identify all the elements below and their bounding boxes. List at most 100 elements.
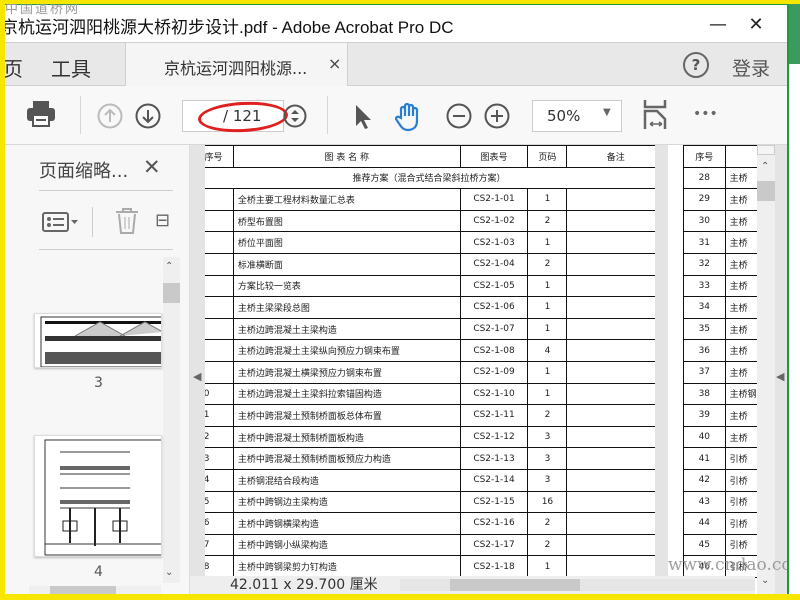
table-row: 6主桥主梁梁段总图CS2-1-061 [205, 296, 655, 319]
previous-page-icon[interactable] [97, 103, 123, 133]
close-button[interactable]: ✕ [733, 5, 779, 43]
print-icon[interactable] [26, 100, 56, 128]
remarks [566, 317, 655, 341]
maximize-button[interactable] [673, 5, 719, 43]
remarks [566, 404, 655, 427]
page-count: 1 [527, 360, 568, 384]
fit-page-icon[interactable] [643, 99, 667, 135]
drawing-name: 主桥中跨钢梁剪力钉构造 [232, 555, 461, 578]
remarks [566, 274, 655, 298]
horizontal-scrollbar[interactable] [400, 579, 755, 591]
drawing-name: 主桥中跨混凝土预制桥面板构造 [232, 425, 461, 449]
drawing-code: CS2-1-09 [459, 360, 529, 384]
zoom-in-icon[interactable] [484, 103, 510, 133]
drawing-code: CS2-1-16 [459, 512, 529, 535]
thumbnail-options-icon[interactable] [42, 212, 80, 236]
table-row: 39 主桥 [683, 404, 758, 427]
status-bar: 42.011 x 29.700 厘米 [190, 576, 755, 594]
thumbnail-label: 3 [94, 375, 103, 391]
page-count: 1 [527, 555, 568, 578]
drawing-code: CS2-1-03 [459, 231, 529, 254]
tab-home[interactable]: 页 [5, 53, 23, 82]
row-number: 38 [683, 382, 726, 406]
drawing-code: CS2-1-15 [459, 490, 529, 514]
collapse-left-icon[interactable]: ◀ [193, 370, 201, 383]
section-heading: 推荐方案（混合式结合梁斜拉桥方案） [205, 166, 655, 190]
row-number: 17 [205, 533, 234, 557]
drawing-name: 引桥 [724, 447, 758, 470]
table-row: 35 主桥 [683, 317, 758, 341]
zoom-out-icon[interactable] [446, 103, 472, 133]
login-button[interactable]: 登录 [732, 54, 770, 81]
page-count: 2 [527, 512, 568, 535]
pdf-page-2: 序号 28 主桥 29 主桥 30 主桥 31 主桥 32 主桥 33 主桥 34 主桥 35 主桥 36 主桥 37… [668, 145, 758, 594]
drawing-name: 主桥边跨混凝土主梁纵向预应力钢束布置 [232, 339, 461, 362]
page-count: 2 [527, 209, 568, 233]
document-view[interactable]: ◀ 序号图 表 名 称图表号页码备注 推荐方案（混合式结合梁斜拉桥方案）1全桥主… [190, 145, 787, 594]
hand-tool-icon[interactable] [394, 102, 423, 136]
drawing-code: CS2-1-08 [459, 339, 529, 362]
tab-close-icon[interactable]: × [328, 54, 341, 73]
row-number: 41 [683, 447, 726, 470]
scrollbar-thumb[interactable] [757, 181, 775, 201]
drawing-name: 主桥 [724, 166, 758, 190]
drawing-code: CS2-1-14 [459, 468, 529, 492]
tab-document[interactable]: 京杭运河泗阳桃源... × [125, 43, 348, 87]
thumbnail-page-4[interactable] [34, 435, 162, 557]
remarks [566, 209, 655, 233]
table-row: 41 引桥 [683, 447, 758, 470]
scrollbar-thumb[interactable] [163, 283, 180, 303]
remarks [566, 447, 655, 470]
delete-page-icon[interactable] [115, 208, 139, 238]
row-number: 10 [205, 382, 234, 406]
tab-document-label: 京杭运河泗阳桃源... [164, 59, 308, 78]
table-row: 4标准横断面CS2-1-042 [205, 252, 655, 276]
drawing-name: 引桥 [724, 512, 758, 535]
pdf-page: 序号图 表 名 称图表号页码备注 推荐方案（混合式结合梁斜拉桥方案）1全桥主要工… [205, 145, 655, 594]
page-count: 3 [527, 468, 568, 492]
drawing-name: 主桥钢混结合段构造 [232, 468, 461, 492]
chevron-down-icon: ▼ [603, 107, 611, 118]
row-number: 35 [683, 317, 726, 341]
row-number: 1 [205, 188, 234, 211]
drawing-name: 标准横断面 [232, 252, 461, 276]
table-row: 34 主桥 [683, 296, 758, 319]
drawing-name: 主桥 [724, 425, 758, 449]
select-tool-icon[interactable] [353, 104, 373, 134]
row-number: 44 [683, 512, 726, 535]
row-number: 13 [205, 447, 234, 470]
drawing-name: 主桥 [724, 188, 758, 211]
table-row: 7主桥边跨混凝土主梁构造CS2-1-071 [205, 317, 655, 341]
thumbnail-scrollbar[interactable]: ⌃ ⌄ [163, 257, 180, 583]
document-scrollbar[interactable]: ⌃ ⌄ [757, 145, 775, 594]
row-number: 2 [205, 209, 234, 233]
page-thumbnails-panel: 页面缩略... ✕ ⊟ ⌃ ⌄ 3 4 [5, 145, 190, 594]
page-count: 2 [527, 252, 568, 276]
panel-close-icon[interactable]: ✕ [143, 155, 161, 179]
help-icon[interactable]: ? [683, 52, 709, 78]
column-header: 备注 [566, 145, 655, 168]
row-number: 28 [683, 166, 726, 190]
next-page-icon[interactable] [135, 103, 161, 133]
remarks [566, 360, 655, 384]
row-number: 8 [205, 339, 234, 362]
table-row: 3桥位平面图CS2-1-031 [205, 231, 655, 254]
zoom-select[interactable]: 50% ▼ [532, 100, 622, 132]
more-tools-icon[interactable]: ••• [693, 106, 718, 122]
page-count: 1 [527, 231, 568, 254]
drawing-name: 主桥边跨混凝土横梁预应力钢束布置 [232, 360, 461, 384]
insert-page-icon[interactable]: ⊟ [155, 210, 175, 231]
collapse-right-icon[interactable]: ◀ [776, 370, 784, 383]
table-row: 14主桥钢混结合段构造CS2-1-143 [205, 468, 655, 492]
drawing-name: 主桥边跨混凝土主梁构造 [232, 317, 461, 341]
row-number: 6 [205, 296, 234, 319]
thumbnail-hscrollbar[interactable] [29, 586, 161, 594]
tab-tools[interactable]: 工具 [51, 53, 91, 82]
drawing-name: 主桥钢 [724, 382, 758, 406]
column-header: 序号 [683, 145, 726, 168]
drawing-name: 主桥 [724, 252, 758, 276]
row-number: 3 [205, 231, 234, 254]
page-stepper-icon[interactable] [283, 104, 307, 132]
table-row: 37 主桥 [683, 360, 758, 384]
thumbnail-page-3[interactable] [34, 313, 162, 368]
